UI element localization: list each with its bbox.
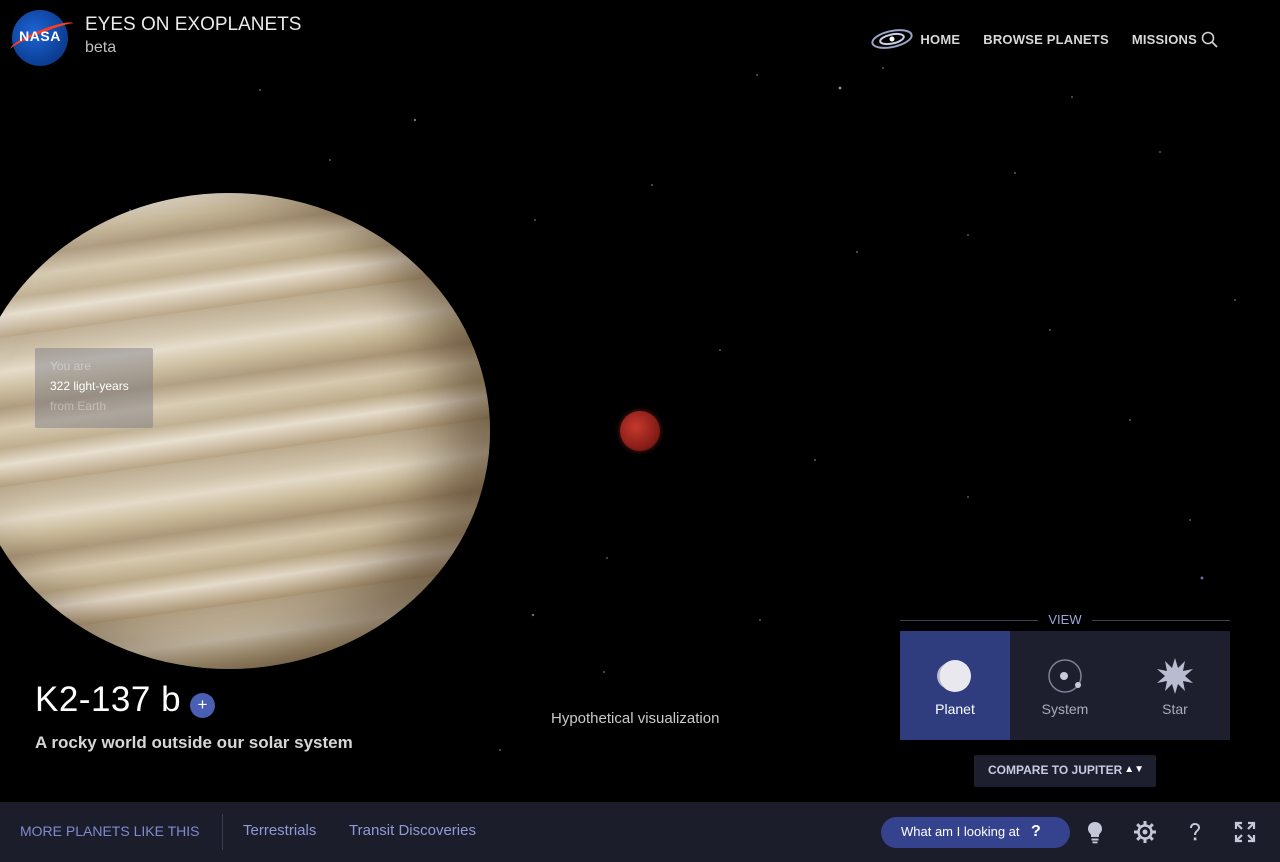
star-burst-icon [1157, 658, 1193, 694]
distance-value: 322 light-years [50, 379, 129, 393]
system-icon [1048, 659, 1082, 693]
view-system-label: System [1041, 701, 1089, 717]
view-planet-button[interactable]: Planet [900, 631, 1010, 740]
view-system-button[interactable]: System [1010, 631, 1120, 740]
planet-name: K2-137 b [35, 680, 182, 719]
sort-arrows-icon: ▲▼ [1124, 764, 1144, 775]
search-icon[interactable] [1200, 30, 1220, 50]
view-star-button[interactable]: Star [1120, 631, 1230, 740]
planet-tagline: A rocky world outside our solar system [35, 733, 353, 752]
more-planets-label: MORE PLANETS LIKE THIS [20, 823, 200, 839]
what-am-i-looking-at-button[interactable]: What am I looking at ? [881, 817, 1070, 848]
view-star-label: Star [1162, 701, 1188, 717]
view-selector: Planet System Star [900, 631, 1230, 740]
visualization-note: Hypothetical visualization [551, 710, 720, 727]
fullscreen-icon[interactable] [1233, 820, 1257, 844]
distance-line-3: from Earth [50, 399, 107, 413]
galaxy-icon[interactable] [870, 28, 914, 50]
nasa-logo[interactable]: NASA [8, 10, 76, 66]
question-mark-icon: ? [1031, 823, 1041, 840]
terrestrials-link[interactable]: Terrestrials [243, 822, 316, 839]
exoplanet-k2-137b[interactable] [620, 411, 660, 451]
distance-panel: You are 322 light-years from Earth [35, 348, 153, 428]
main-nav: HOME BROWSE PLANETS MISSIONS [870, 28, 1220, 50]
transit-discoveries-link[interactable]: Transit Discoveries [349, 822, 476, 839]
logo-text: NASA [19, 28, 61, 44]
bottom-bar: MORE PLANETS LIKE THIS Terrestrials Tran… [0, 802, 1280, 862]
view-planet-label: Planet [935, 701, 975, 717]
nav-home-link[interactable]: HOME [920, 32, 960, 47]
compare-dropdown[interactable]: COMPARE TO JUPITER ▲▼ [974, 755, 1156, 787]
compare-label: COMPARE TO JUPITER [988, 763, 1123, 777]
app-subtitle: beta [85, 39, 117, 56]
planet-icon [937, 660, 971, 692]
distance-line-1: You are [50, 359, 91, 373]
settings-gear-icon[interactable] [1133, 820, 1157, 844]
app-title[interactable]: EYES ON EXOPLANETS [85, 14, 301, 36]
help-icon[interactable] [1183, 820, 1207, 844]
what-am-i-looking-at-label: What am I looking at [901, 824, 1020, 839]
divider [222, 814, 223, 850]
add-planet-button[interactable]: + [190, 693, 215, 718]
lightbulb-icon[interactable] [1083, 820, 1107, 844]
view-label: VIEW [1048, 612, 1082, 627]
nav-browse-planets-link[interactable]: BROWSE PLANETS [983, 32, 1109, 47]
nav-missions-link[interactable]: MISSIONS [1132, 32, 1197, 47]
